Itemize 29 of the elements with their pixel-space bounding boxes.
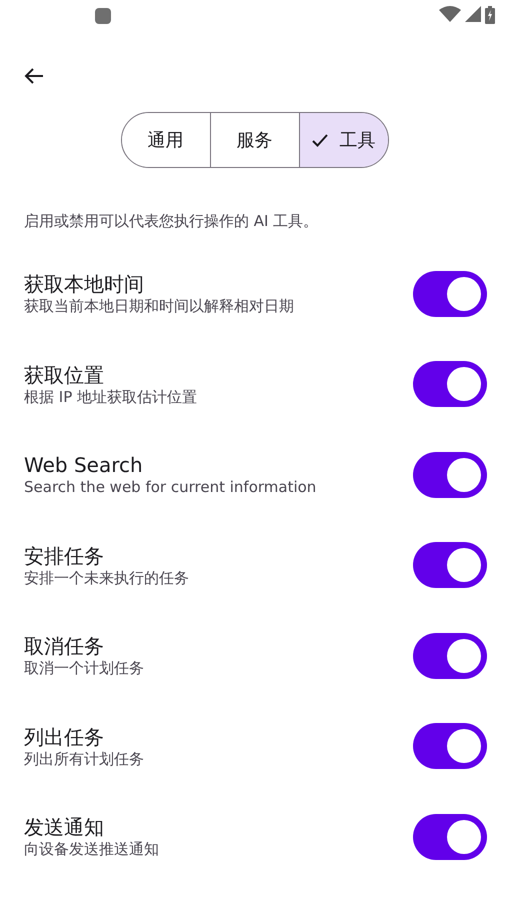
tool-title: 取消任务 <box>24 633 105 659</box>
toggle-switch[interactable] <box>413 723 487 770</box>
description-text: 启用或禁用可以代表您执行操作的 AI 工具。 <box>24 211 320 232</box>
tool-title: Web Search <box>24 452 144 478</box>
toggle-switch[interactable] <box>413 814 487 860</box>
tool-title: 发送通知 <box>24 814 105 840</box>
tool-title: 安排任务 <box>24 542 105 568</box>
toggle-switch[interactable] <box>413 452 487 498</box>
tool-description: 取消一个计划任务 <box>24 659 144 678</box>
segment-tab[interactable]: 工具 <box>298 113 388 167</box>
tool-description: 向设备发送推送通知 <box>24 840 159 860</box>
tool-title: 获取位置 <box>24 362 105 388</box>
signal-icon <box>465 6 481 22</box>
tool-description: Search the web for current information <box>24 478 316 498</box>
toggle-switch[interactable] <box>413 361 487 408</box>
tool-description: 根据 IP 地址获取估计位置 <box>24 388 198 407</box>
wifi-icon <box>439 6 461 22</box>
tool-description: 获取当前本地日期和时间以解释相对日期 <box>24 297 294 316</box>
notification-icon <box>95 8 111 24</box>
toggle-switch[interactable] <box>413 270 487 317</box>
tool-description: 列出所有计划任务 <box>24 750 144 769</box>
toggle-switch[interactable] <box>413 632 487 679</box>
check-icon <box>312 134 328 146</box>
battery-icon <box>485 6 495 24</box>
toggle-switch[interactable] <box>413 542 487 588</box>
back-arrow-icon <box>24 66 44 86</box>
tool-title: 列出任务 <box>24 724 105 750</box>
tool-title: 获取本地时间 <box>24 271 145 297</box>
tool-description: 安排一个未来执行的任务 <box>24 568 189 588</box>
